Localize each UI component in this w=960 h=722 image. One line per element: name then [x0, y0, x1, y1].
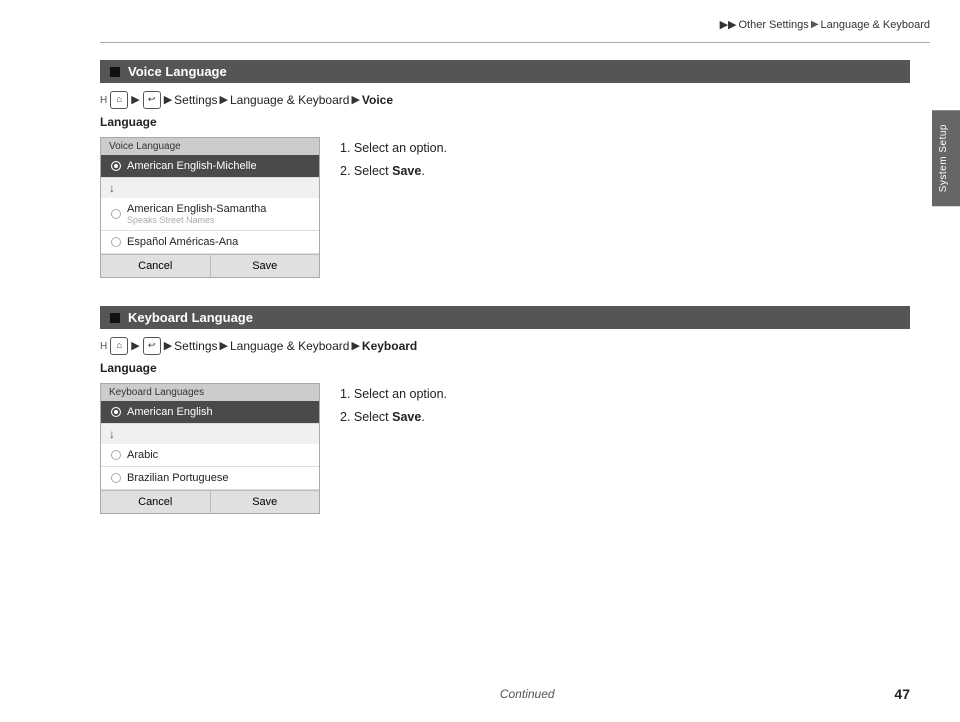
keyboard-option-3[interactable]: Brazilian Portuguese — [101, 467, 319, 490]
voice-language-header: Voice Language — [100, 60, 910, 83]
section-square-icon-2 — [110, 313, 120, 323]
keyboard-radio-2 — [111, 450, 121, 460]
keyboard-radio-1 — [111, 407, 121, 417]
voice-step-2: 2. Select Save. — [340, 160, 447, 183]
keyboard-dialog-title: Keyboard Languages — [101, 384, 319, 401]
main-content: Voice Language H ⌂ ▶ ↩ ▶ Settings ▶ Lang… — [100, 60, 910, 682]
keyboard-cancel-button[interactable]: Cancel — [101, 491, 211, 513]
voice-scroll-indicator: ↓ — [101, 178, 319, 198]
voice-radio-1 — [111, 161, 121, 171]
voice-language-section: Voice Language H ⌂ ▶ ↩ ▶ Settings ▶ Lang… — [100, 60, 910, 278]
voice-save-button[interactable]: Save — [211, 255, 320, 277]
voice-language-nav-line2: Language — [100, 113, 910, 131]
nav-home-icon: H — [100, 93, 107, 108]
keyboard-step-1: 1. Select an option. — [340, 383, 447, 406]
voice-dialog-title: Voice Language — [101, 138, 319, 155]
voice-language-body: Voice Language American English-Michelle… — [100, 137, 910, 278]
voice-language-nav: H ⌂ ▶ ↩ ▶ Settings ▶ Language & Keyboard… — [100, 91, 910, 109]
keyboard-language-section: Keyboard Language H ⌂ ▶ ↩ ▶ Settings ▶ L… — [100, 306, 910, 514]
voice-dialog-footer: Cancel Save — [101, 254, 319, 277]
nav-home-icon-2: H — [100, 339, 107, 354]
continued-label: Continued — [160, 687, 894, 701]
breadcrumb-item-language: Language & Keyboard — [821, 19, 930, 31]
keyboard-scroll-indicator: ↓ — [101, 424, 319, 444]
keyboard-radio-3 — [111, 473, 121, 483]
breadcrumb-prefix: ▶▶ — [720, 18, 737, 31]
bottom-bar: Continued 47 — [100, 686, 910, 702]
system-setup-tab: System Setup — [932, 110, 960, 206]
keyboard-language-body: Keyboard Languages American English ↓ Ar… — [100, 383, 910, 514]
voice-option-1[interactable]: American English-Michelle — [101, 155, 319, 178]
back-icon-2: ↩ — [143, 337, 161, 355]
breadcrumb-item-other: Other Settings — [738, 19, 808, 31]
keyboard-language-dialog: Keyboard Languages American English ↓ Ar… — [100, 383, 320, 514]
breadcrumb: ▶▶ Other Settings ▶ Language & Keyboard — [720, 18, 930, 31]
keyboard-option-2[interactable]: Arabic — [101, 444, 319, 467]
keyboard-language-nav: H ⌂ ▶ ↩ ▶ Settings ▶ Language & Keyboard… — [100, 337, 910, 355]
voice-cancel-button[interactable]: Cancel — [101, 255, 211, 277]
keyboard-language-nav-line2: Language — [100, 359, 910, 377]
keyboard-dialog-footer: Cancel Save — [101, 490, 319, 513]
keyboard-save-button[interactable]: Save — [211, 491, 320, 513]
voice-option-2[interactable]: American English-Samantha Speaks Street … — [101, 198, 319, 231]
voice-radio-2 — [111, 209, 121, 219]
keyboard-language-header: Keyboard Language — [100, 306, 910, 329]
keyboard-instructions: 1. Select an option. 2. Select Save. — [340, 383, 447, 428]
voice-radio-3 — [111, 237, 121, 247]
keyboard-step-2: 2. Select Save. — [340, 406, 447, 429]
breadcrumb-arrow-1: ▶ — [811, 19, 819, 30]
keyboard-option-1[interactable]: American English — [101, 401, 319, 424]
voice-language-dialog: Voice Language American English-Michelle… — [100, 137, 320, 278]
map-icon: ⌂ — [110, 91, 128, 109]
section-square-icon — [110, 67, 120, 77]
voice-step-1: 1. Select an option. — [340, 137, 447, 160]
map-icon-2: ⌂ — [110, 337, 128, 355]
voice-option-3[interactable]: Español Américas-Ana — [101, 231, 319, 254]
page-number: 47 — [894, 686, 910, 702]
top-divider — [100, 42, 930, 43]
voice-instructions: 1. Select an option. 2. Select Save. — [340, 137, 447, 182]
back-icon: ↩ — [143, 91, 161, 109]
